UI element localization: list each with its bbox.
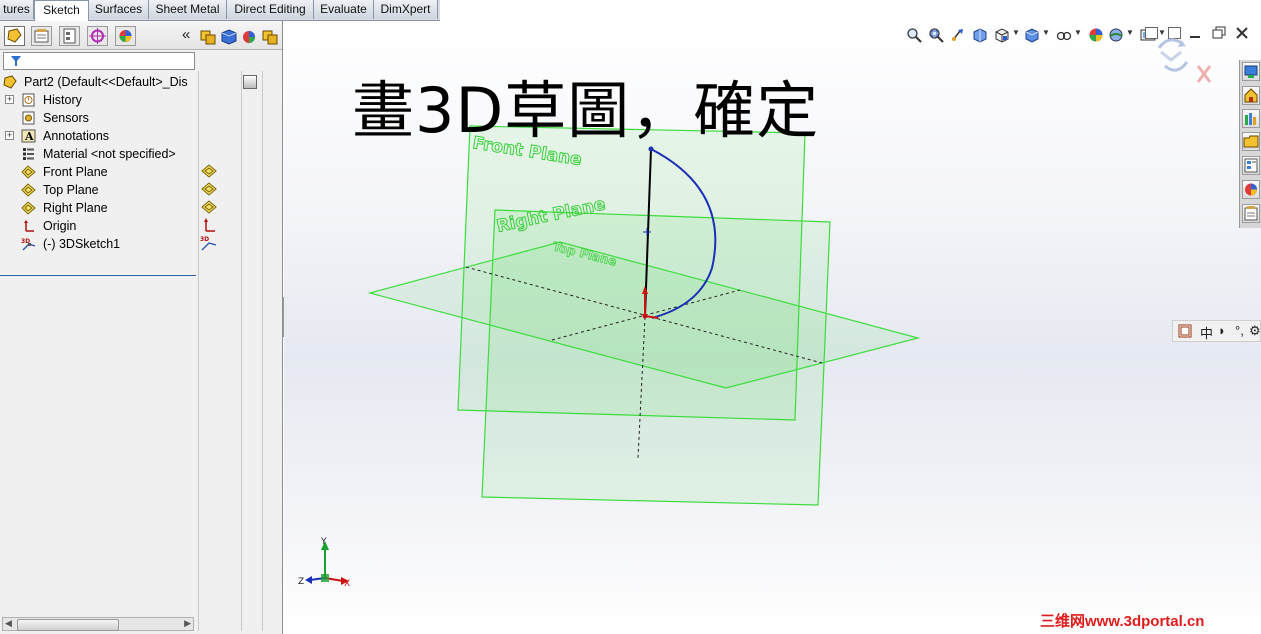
- ime-settings-icon[interactable]: ⚙: [1249, 323, 1261, 339]
- ime-halfwidth-icon[interactable]: ◗: [1218, 323, 1226, 338]
- site-watermark: 三维网www.3dportal.cn: [1040, 613, 1205, 630]
- resources-icon: [1244, 65, 1258, 78]
- design-library-icon: [1245, 113, 1256, 125]
- task-pane-file-explorer[interactable]: [1242, 132, 1260, 151]
- task-pane-design-library[interactable]: [1242, 109, 1260, 128]
- ime-language-bar: 中 ◗ °, ⚙: [1172, 320, 1261, 342]
- task-pane-view-palette[interactable]: [1242, 156, 1260, 175]
- custom-properties-icon: [1244, 206, 1258, 221]
- triad-x-label: X: [344, 579, 350, 589]
- instruction-caption: 畫3D草圖，確定: [352, 74, 820, 147]
- ime-mode-chinese[interactable]: 中: [1200, 323, 1213, 342]
- folder-icon: [1243, 135, 1259, 148]
- task-pane-home[interactable]: [1242, 86, 1260, 105]
- ime-logo-icon[interactable]: [1178, 324, 1192, 338]
- triad-z-label: Z: [298, 577, 304, 587]
- appearances-icon: [1245, 183, 1257, 196]
- ime-punctuation-icon[interactable]: °,: [1235, 323, 1244, 338]
- task-pane-custom-properties[interactable]: [1242, 204, 1260, 223]
- triad-y-label: Y: [320, 537, 327, 547]
- reference-triad: [305, 541, 349, 585]
- task-pane-solidworks-resources[interactable]: [1242, 62, 1260, 81]
- task-pane: [1239, 60, 1261, 228]
- view-palette-icon: [1244, 158, 1258, 173]
- task-pane-appearances[interactable]: [1242, 180, 1260, 199]
- home-icon: [1244, 88, 1258, 103]
